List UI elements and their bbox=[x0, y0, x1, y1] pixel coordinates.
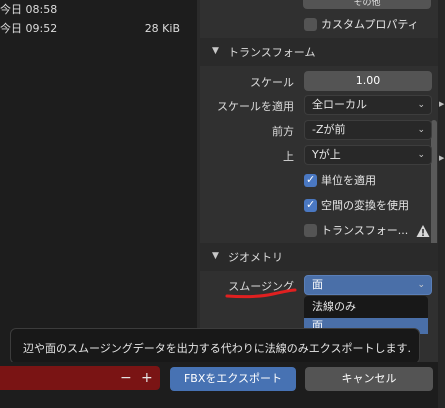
file-row[interactable]: 今日 08:58 bbox=[0, 0, 190, 20]
smoothing-select[interactable]: 面 ⌄ bbox=[304, 275, 432, 295]
transform-section-header[interactable]: ▼ トランスフォーム bbox=[200, 38, 438, 66]
decrement-button[interactable]: − bbox=[120, 370, 132, 386]
apply-scale-label: スケールを適用 bbox=[217, 100, 294, 113]
apply-scale-select[interactable]: 全ローカル ⌄ bbox=[304, 95, 432, 115]
section-title: ジオメトリ bbox=[228, 251, 283, 264]
file-list-pane: 今日 08:58 今日 09:52 28 KiB bbox=[0, 0, 198, 362]
chevron-down-icon: ⌄ bbox=[417, 100, 425, 110]
tooltip: 辺や面のスムージングデータを出力する代わりに法線のみエクスポートします. bbox=[10, 328, 420, 364]
select-value: -Zが前 bbox=[312, 123, 346, 136]
chevron-down-icon: ▼ bbox=[212, 251, 219, 261]
cancel-button[interactable]: キャンセル bbox=[305, 367, 433, 391]
up-label: 上 bbox=[283, 150, 294, 163]
checkbox-label: トランスフォー... bbox=[321, 224, 409, 237]
checkbox-label: 空間の変換を使用 bbox=[321, 199, 409, 212]
side-strip bbox=[438, 0, 445, 408]
scroll-arrow-icon[interactable]: ▶ bbox=[439, 100, 444, 108]
checkbox-label: 単位を適用 bbox=[321, 174, 376, 187]
checkbox-checked-icon[interactable] bbox=[304, 172, 317, 188]
file-date: 今日 09:52 bbox=[0, 22, 58, 35]
smoothing-dropdown-menu: 法線のみ 面 bbox=[304, 296, 428, 334]
section-title: トランスフォーム bbox=[228, 46, 316, 59]
export-fbx-button[interactable]: FBXをエクスポート bbox=[170, 367, 296, 391]
checkbox-icon[interactable] bbox=[304, 18, 317, 31]
filename-field[interactable] bbox=[0, 366, 160, 390]
apply-unit-checkbox[interactable]: 単位を適用 bbox=[304, 172, 432, 191]
checkbox-label: カスタムプロパティ bbox=[321, 18, 419, 31]
checkbox-checked-icon[interactable] bbox=[304, 197, 317, 213]
forward-axis-select[interactable]: -Zが前 ⌄ bbox=[304, 120, 432, 140]
chevron-down-icon: ⌄ bbox=[417, 125, 425, 135]
menu-item-normals-only[interactable]: 法線のみ bbox=[304, 299, 428, 315]
select-value: 面 bbox=[312, 278, 323, 291]
checkbox-icon[interactable] bbox=[304, 224, 317, 237]
file-row[interactable]: 今日 09:52 28 KiB bbox=[0, 19, 190, 39]
up-axis-select[interactable]: Yが上 ⌄ bbox=[304, 145, 432, 165]
select-value: 全ローカル bbox=[312, 98, 367, 111]
warning-icon bbox=[416, 225, 430, 237]
select-value: Yが上 bbox=[312, 148, 341, 161]
chevron-down-icon: ⌄ bbox=[417, 150, 425, 160]
custom-props-checkbox[interactable]: カスタムプロパティ bbox=[304, 17, 432, 35]
scale-label: スケール bbox=[250, 76, 294, 89]
file-size: 28 KiB bbox=[144, 22, 180, 35]
apply-transform-checkbox[interactable]: トランスフォー... bbox=[304, 223, 414, 241]
scale-field[interactable]: 1.00 bbox=[304, 71, 432, 91]
chevron-down-icon: ▼ bbox=[212, 46, 219, 56]
forward-label: 前方 bbox=[272, 125, 294, 138]
increment-button[interactable]: + bbox=[141, 370, 153, 386]
geometry-section-header[interactable]: ▼ ジオメトリ bbox=[200, 243, 438, 271]
scroll-arrow-icon[interactable]: ▶ bbox=[439, 154, 444, 162]
file-date: 今日 08:58 bbox=[0, 3, 58, 16]
use-space-transform-checkbox[interactable]: 空間の変換を使用 bbox=[304, 197, 432, 216]
chevron-down-icon: ⌄ bbox=[417, 280, 425, 290]
other-button[interactable]: その他 bbox=[303, 0, 431, 9]
annotation-underline bbox=[225, 288, 297, 299]
